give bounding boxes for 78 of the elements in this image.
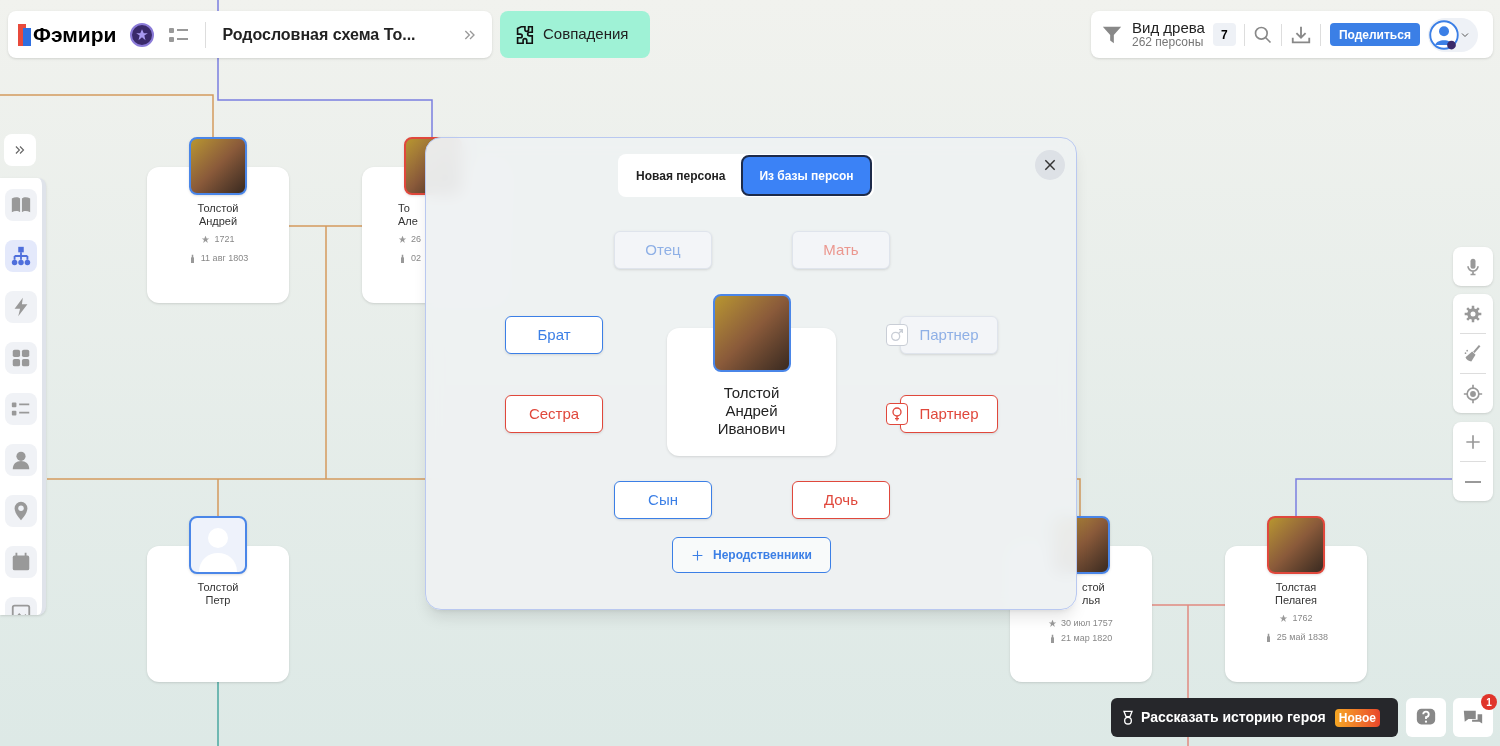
date-text: 1721 [214,233,235,246]
person-name: Толстой [197,202,239,215]
search-icon [1252,24,1273,45]
person-name: Але [398,215,418,228]
grid-icon [10,347,32,369]
settings-icon [1463,303,1483,324]
person-name: Толстой [197,581,239,594]
person-card[interactable] [1225,546,1367,682]
date-text: 21 мар 1820 [1061,632,1113,645]
person-card[interactable] [147,167,289,303]
male-symbol-icon [886,324,908,346]
sidebar-item[interactable] [5,546,37,578]
close-button[interactable] [1035,150,1065,180]
sidebar-item[interactable] [5,495,37,527]
person-name: Петр [205,594,231,607]
logo-icon [18,23,31,46]
help-button[interactable] [1406,698,1446,737]
story-label: Рассказать историю героя [1141,708,1326,727]
relation-button[interactable]: Сестра [505,395,603,433]
avatar-icon [1428,19,1459,50]
person-name: Пелагея [1274,594,1317,607]
dialog-tab[interactable]: Из базы персон [741,155,872,196]
star-icon [1279,614,1289,624]
person-name: Толстой Андрей Иванович [717,384,786,438]
story-button[interactable]: Рассказать историю героя Новое [1111,698,1398,737]
person-name: лья [1082,594,1101,607]
tree-title[interactable]: Родословная схема То... [222,22,416,47]
double-chevron-icon [13,143,27,157]
star-icon [1048,619,1057,629]
close-icon [1043,158,1057,172]
notification-badge: 1 [1481,694,1497,710]
filter-count: 7 [1212,23,1236,46]
sidebar-item[interactable] [5,444,37,476]
sidebar-item[interactable] [5,189,37,221]
connector-line [217,681,219,746]
date-text: 11 авг 1803 [200,251,249,265]
date-text: 02 [411,251,421,265]
relation-button[interactable]: Брат [505,316,603,354]
target-icon [1463,383,1483,404]
star-icon [398,235,407,245]
candle-icon [1048,634,1057,644]
search-button[interactable] [1252,24,1273,45]
zoom-out-icon [1465,480,1481,483]
dialog-tab[interactable]: Новая персона [620,155,742,196]
share-button[interactable]: Поделиться [1329,23,1420,46]
hierarchy-icon [10,245,32,267]
broom-icon [1463,343,1483,364]
sidebar-item[interactable] [5,291,37,323]
date-text: 1762 [1292,612,1313,625]
person-name: То [398,202,410,215]
sidebar-item[interactable] [5,342,37,374]
calendar-icon [10,551,32,573]
person-icon [10,449,32,471]
person-name: Андрей [198,215,238,228]
expand-sidebar-button[interactable] [4,134,36,166]
chat-button[interactable] [1453,698,1493,737]
date-text: 26 [411,233,421,246]
plus-icon [691,548,704,562]
star-icon [201,235,211,245]
person-name: стой [1082,581,1105,594]
view-title[interactable]: Вид древа [1132,19,1205,35]
person-name: Толстая [1275,581,1317,594]
logo-text[interactable]: Фэмири [33,18,117,51]
medal-icon [1120,709,1136,726]
non-relatives-button[interactable]: Неродственники [672,537,831,573]
date-text: 30 июл 1757 [1061,617,1113,630]
profile-menu-button[interactable] [1427,17,1478,52]
relation-button[interactable]: Партнер [900,395,998,433]
matches-button[interactable]: Совпадения [500,11,650,58]
date-text: 25 май 1838 [1276,630,1329,644]
new-badge: Новое [1334,708,1380,727]
relation-button[interactable]: Сын [614,481,712,519]
female-symbol-icon [886,403,908,425]
relation-button[interactable]: Дочь [792,481,890,519]
microphone-button[interactable] [1453,247,1493,286]
sidebar-item[interactable] [5,393,37,425]
candle-icon [398,253,407,263]
sidebar-item[interactable] [5,240,37,272]
